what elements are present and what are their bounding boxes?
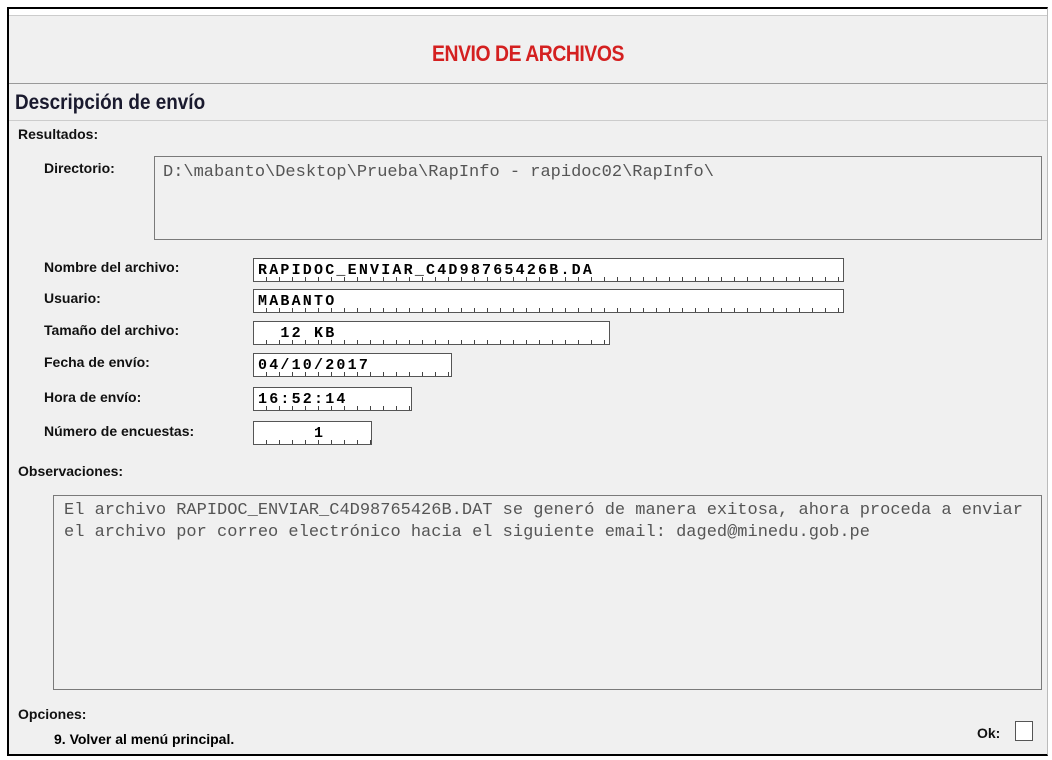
ok-label: Ok: (977, 725, 1001, 741)
file-name-field[interactable]: RAPIDOC_ENVIAR_C4D98765426B.DA (253, 258, 844, 282)
surveys-field[interactable]: 1 (253, 421, 372, 445)
ok-input[interactable] (1015, 721, 1033, 741)
top-strip (9, 9, 1047, 16)
section-divider (9, 120, 1047, 121)
user-label: Usuario: (44, 290, 101, 306)
observations-label: Observaciones: (18, 463, 124, 479)
surveys-label: Número de encuestas: (44, 423, 195, 439)
form-window: ENVIO DE ARCHIVOS Descripción de envío R… (7, 7, 1048, 756)
user-field[interactable]: MABANTO (253, 289, 844, 313)
date-label: Fecha de envío: (44, 354, 150, 370)
title-divider (9, 83, 1047, 84)
options-label: Opciones: (18, 706, 87, 722)
results-label: Resultados: (18, 126, 99, 142)
size-label: Tamaño del archivo: (44, 322, 180, 338)
time-label: Hora de envío: (44, 389, 142, 405)
file-name-label: Nombre del archivo: (44, 259, 180, 275)
directory-field[interactable]: D:\mabanto\Desktop\Prueba\RapInfo - rapi… (154, 156, 1042, 240)
directory-label: Directorio: (44, 160, 115, 176)
observations-field[interactable]: El archivo RAPIDOC_ENVIAR_C4D98765426B.D… (53, 495, 1042, 690)
page-title: ENVIO DE ARCHIVOS (432, 41, 624, 66)
time-field[interactable]: 16:52:14 (253, 387, 412, 411)
section-title: Descripción de envío (15, 91, 206, 114)
date-field[interactable]: 04/10/2017 (253, 353, 452, 377)
size-field[interactable]: 12 KB (253, 321, 610, 345)
option-back-to-menu: 9. Volver al menú principal. (54, 731, 235, 747)
